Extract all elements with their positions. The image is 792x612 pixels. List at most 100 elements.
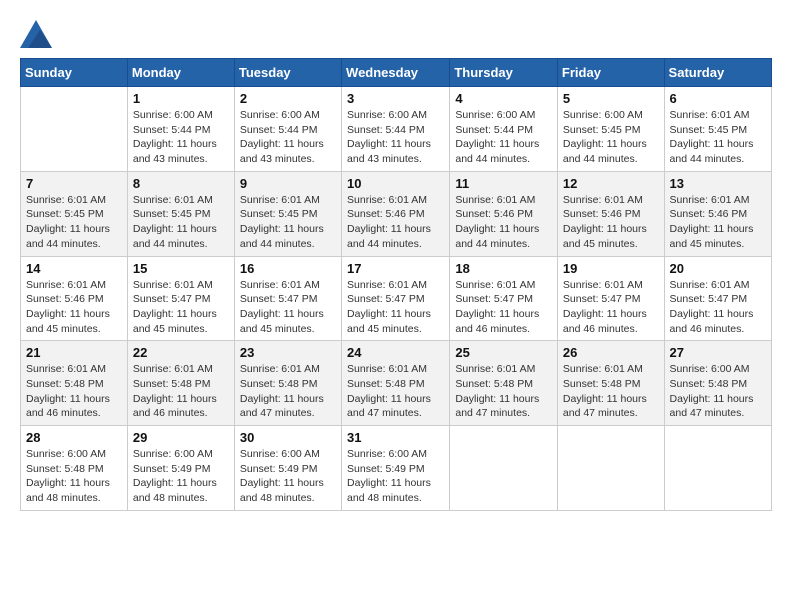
day-number: 27 (670, 345, 766, 360)
calendar-cell (557, 426, 664, 511)
column-header-thursday: Thursday (450, 59, 558, 87)
day-number: 18 (455, 261, 552, 276)
logo (20, 20, 56, 48)
day-info: Sunrise: 6:01 AMSunset: 5:47 PMDaylight:… (347, 278, 444, 337)
day-number: 21 (26, 345, 122, 360)
day-info: Sunrise: 6:01 AMSunset: 5:48 PMDaylight:… (347, 362, 444, 421)
day-number: 22 (133, 345, 229, 360)
calendar-week-row: 28Sunrise: 6:00 AMSunset: 5:48 PMDayligh… (21, 426, 772, 511)
day-number: 13 (670, 176, 766, 191)
day-info: Sunrise: 6:01 AMSunset: 5:47 PMDaylight:… (563, 278, 659, 337)
column-header-saturday: Saturday (664, 59, 771, 87)
day-info: Sunrise: 6:01 AMSunset: 5:45 PMDaylight:… (670, 108, 766, 167)
day-number: 15 (133, 261, 229, 276)
calendar-cell: 5Sunrise: 6:00 AMSunset: 5:45 PMDaylight… (557, 87, 664, 172)
calendar-cell: 14 Sunrise: 6:01 AMSunset: 5:46 PMDayligh… (21, 256, 128, 341)
day-info: Sunrise: 6:01 AMSunset: 5:46 PMDaylight:… (26, 278, 122, 337)
calendar-cell: 9 Sunrise: 6:01 AMSunset: 5:45 PMDaylight… (234, 171, 341, 256)
calendar-cell: 23 Sunrise: 6:01 AMSunset: 5:48 PMDayligh… (234, 341, 341, 426)
day-number: 29 (133, 430, 229, 445)
day-info: Sunrise: 6:00 AMSunset: 5:44 PMDaylight:… (133, 108, 229, 167)
calendar-cell: 24 Sunrise: 6:01 AMSunset: 5:48 PMDayligh… (342, 341, 450, 426)
calendar-cell: 17Sunrise: 6:01 AMSunset: 5:47 PMDayligh… (342, 256, 450, 341)
calendar-week-row: 1Sunrise: 6:00 AMSunset: 5:44 PMDaylight… (21, 87, 772, 172)
day-info: Sunrise: 6:01 AMSunset: 5:48 PMDaylight:… (563, 362, 659, 421)
day-info: Sunrise: 6:01 AMSunset: 5:46 PMDaylight:… (455, 193, 552, 252)
day-number: 19 (563, 261, 659, 276)
calendar-cell: 7 Sunrise: 6:01 AMSunset: 5:45 PMDaylight… (21, 171, 128, 256)
day-number: 30 (240, 430, 336, 445)
day-info: Sunrise: 6:00 AMSunset: 5:49 PMDaylight:… (240, 447, 336, 506)
day-info: Sunrise: 6:00 AMSunset: 5:44 PMDaylight:… (347, 108, 444, 167)
calendar-week-row: 21 Sunrise: 6:01 AMSunset: 5:48 PMDayligh… (21, 341, 772, 426)
day-number: 7 (26, 176, 122, 191)
day-info: Sunrise: 6:01 AMSunset: 5:45 PMDaylight:… (240, 193, 336, 252)
calendar-header-row: SundayMondayTuesdayWednesdayThursdayFrid… (21, 59, 772, 87)
day-info: Sunrise: 6:00 AMSunset: 5:48 PMDaylight:… (670, 362, 766, 421)
calendar-cell: 27 Sunrise: 6:00 AMSunset: 5:48 PMDayligh… (664, 341, 771, 426)
day-number: 10 (347, 176, 444, 191)
day-info: Sunrise: 6:01 AMSunset: 5:45 PMDaylight:… (26, 193, 122, 252)
calendar-table: SundayMondayTuesdayWednesdayThursdayFrid… (20, 58, 772, 511)
calendar-cell: 30 Sunrise: 6:00 AMSunset: 5:49 PMDayligh… (234, 426, 341, 511)
day-info: Sunrise: 6:01 AMSunset: 5:47 PMDaylight:… (455, 278, 552, 337)
day-info: Sunrise: 6:00 AMSunset: 5:49 PMDaylight:… (347, 447, 444, 506)
calendar-cell: 8 Sunrise: 6:01 AMSunset: 5:45 PMDaylight… (127, 171, 234, 256)
day-number: 31 (347, 430, 444, 445)
day-info: Sunrise: 6:01 AMSunset: 5:46 PMDaylight:… (347, 193, 444, 252)
calendar-cell (664, 426, 771, 511)
column-header-wednesday: Wednesday (342, 59, 450, 87)
day-number: 16 (240, 261, 336, 276)
calendar-week-row: 14 Sunrise: 6:01 AMSunset: 5:46 PMDayligh… (21, 256, 772, 341)
calendar-cell: 28Sunrise: 6:00 AMSunset: 5:48 PMDayligh… (21, 426, 128, 511)
calendar-cell: 22 Sunrise: 6:01 AMSunset: 5:48 PMDayligh… (127, 341, 234, 426)
day-number: 24 (347, 345, 444, 360)
calendar-cell: 15 Sunrise: 6:01 AMSunset: 5:47 PMDayligh… (127, 256, 234, 341)
day-info: Sunrise: 6:01 AMSunset: 5:46 PMDaylight:… (563, 193, 659, 252)
calendar-cell: 31 Sunrise: 6:00 AMSunset: 5:49 PMDayligh… (342, 426, 450, 511)
day-info: Sunrise: 6:01 AMSunset: 5:46 PMDaylight:… (670, 193, 766, 252)
day-number: 2 (240, 91, 336, 106)
day-info: Sunrise: 6:00 AMSunset: 5:44 PMDaylight:… (240, 108, 336, 167)
calendar-week-row: 7 Sunrise: 6:01 AMSunset: 5:45 PMDaylight… (21, 171, 772, 256)
calendar-cell: 10 Sunrise: 6:01 AMSunset: 5:46 PMDayligh… (342, 171, 450, 256)
day-number: 14 (26, 261, 122, 276)
day-number: 12 (563, 176, 659, 191)
day-number: 11 (455, 176, 552, 191)
calendar-cell: 20Sunrise: 6:01 AMSunset: 5:47 PMDayligh… (664, 256, 771, 341)
day-number: 28 (26, 430, 122, 445)
calendar-cell: 3 Sunrise: 6:00 AMSunset: 5:44 PMDaylight… (342, 87, 450, 172)
day-number: 26 (563, 345, 659, 360)
day-number: 9 (240, 176, 336, 191)
calendar-cell (450, 426, 558, 511)
day-number: 8 (133, 176, 229, 191)
day-info: Sunrise: 6:01 AMSunset: 5:48 PMDaylight:… (133, 362, 229, 421)
day-info: Sunrise: 6:01 AMSunset: 5:48 PMDaylight:… (455, 362, 552, 421)
calendar-cell: 21 Sunrise: 6:01 AMSunset: 5:48 PMDayligh… (21, 341, 128, 426)
calendar-cell: 1Sunrise: 6:00 AMSunset: 5:44 PMDaylight… (127, 87, 234, 172)
logo-icon (20, 20, 52, 48)
calendar-cell: 4 Sunrise: 6:00 AMSunset: 5:44 PMDaylight… (450, 87, 558, 172)
column-header-friday: Friday (557, 59, 664, 87)
day-info: Sunrise: 6:01 AMSunset: 5:45 PMDaylight:… (133, 193, 229, 252)
column-header-tuesday: Tuesday (234, 59, 341, 87)
day-info: Sunrise: 6:01 AMSunset: 5:48 PMDaylight:… (240, 362, 336, 421)
day-number: 23 (240, 345, 336, 360)
calendar-cell: 13 Sunrise: 6:01 AMSunset: 5:46 PMDayligh… (664, 171, 771, 256)
day-number: 6 (670, 91, 766, 106)
column-header-sunday: Sunday (21, 59, 128, 87)
day-info: Sunrise: 6:01 AMSunset: 5:48 PMDaylight:… (26, 362, 122, 421)
calendar-cell: 12 Sunrise: 6:01 AMSunset: 5:46 PMDayligh… (557, 171, 664, 256)
day-number: 4 (455, 91, 552, 106)
day-info: Sunrise: 6:01 AMSunset: 5:47 PMDaylight:… (133, 278, 229, 337)
day-number: 3 (347, 91, 444, 106)
calendar-cell: 29Sunrise: 6:00 AMSunset: 5:49 PMDayligh… (127, 426, 234, 511)
calendar-cell: 19 Sunrise: 6:01 AMSunset: 5:47 PMDayligh… (557, 256, 664, 341)
calendar-cell: 26 Sunrise: 6:01 AMSunset: 5:48 PMDayligh… (557, 341, 664, 426)
calendar-cell: 11 Sunrise: 6:01 AMSunset: 5:46 PMDayligh… (450, 171, 558, 256)
day-info: Sunrise: 6:00 AMSunset: 5:44 PMDaylight:… (455, 108, 552, 167)
day-info: Sunrise: 6:00 AMSunset: 5:45 PMDaylight:… (563, 108, 659, 167)
calendar-cell (21, 87, 128, 172)
calendar-cell: 16Sunrise: 6:01 AMSunset: 5:47 PMDayligh… (234, 256, 341, 341)
day-info: Sunrise: 6:01 AMSunset: 5:47 PMDaylight:… (670, 278, 766, 337)
